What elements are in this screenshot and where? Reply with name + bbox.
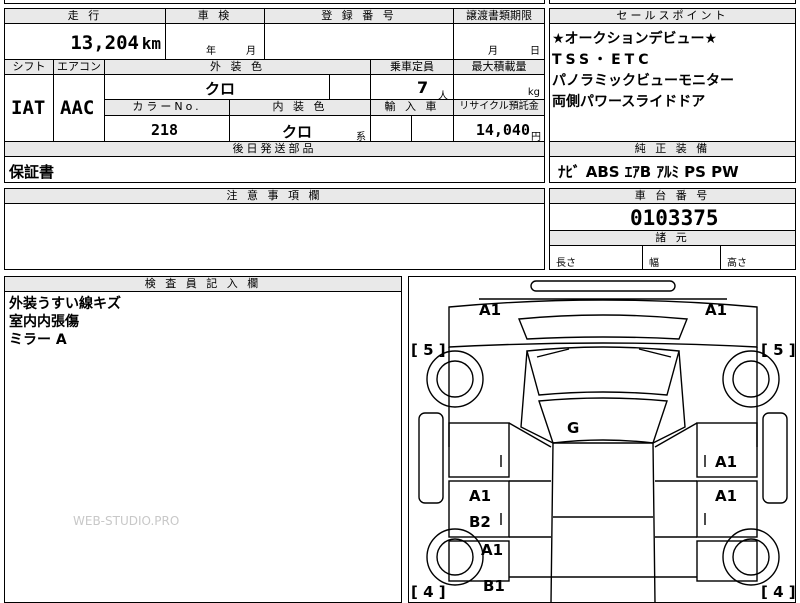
dims-label: 諸 元 bbox=[549, 230, 796, 246]
recycle-value: 14,040 bbox=[475, 121, 530, 139]
mileage-unit: km bbox=[141, 34, 161, 53]
notes-box bbox=[4, 203, 545, 270]
inspector-box: 外装うすい線キズ 室内内張傷 ミラー A WEB-STUDIO.PRO bbox=[4, 291, 402, 603]
ext-color-value: クロ bbox=[205, 80, 236, 98]
inspector-line: 外装うすい線キズ bbox=[9, 296, 121, 312]
mark-left-rear-door-b: B2 bbox=[469, 513, 491, 531]
mark-left-rear-door-a: A1 bbox=[469, 487, 492, 505]
top-strip bbox=[4, 0, 545, 4]
sales-point-line: TSS・ETC bbox=[552, 52, 653, 68]
inspector-label: 検 査 員 記 入 欄 bbox=[4, 276, 402, 292]
inspection-label: 車 検 bbox=[165, 8, 265, 24]
mark-right-rear-door: A1 bbox=[715, 487, 738, 505]
capacity-value: 7 bbox=[417, 78, 429, 97]
top-strip-right bbox=[549, 0, 796, 4]
ac-value: AAC bbox=[60, 97, 95, 119]
chassis-value: 0103375 bbox=[630, 206, 719, 230]
tyre-front-left: [ 5 ] bbox=[411, 341, 446, 359]
equipment-label: 純 正 装 備 bbox=[549, 141, 796, 157]
tyre-front-right: [ 5 ] bbox=[761, 341, 796, 359]
sales-points-box: ★オークションデビュー★ TSS・ETC パノラミックビューモニター 両側パワー… bbox=[549, 23, 796, 142]
watermark: WEB-STUDIO.PRO bbox=[73, 514, 180, 528]
inspection-cell: 年 月 bbox=[165, 23, 265, 60]
recycle-cell: 14,040 円 bbox=[453, 115, 545, 142]
height-label: 高さ bbox=[727, 258, 747, 269]
later-parts-label: 後日発送部品 bbox=[4, 141, 545, 157]
later-parts-box: 保証書 bbox=[4, 156, 545, 183]
inspection-month: 月 bbox=[246, 46, 256, 57]
tyre-front-left-value: 5 bbox=[423, 341, 434, 359]
chassis-box: 0103375 bbox=[549, 203, 796, 231]
tyre-rear-left: [ 4 ] bbox=[411, 583, 446, 601]
tyre-rear-right: [ 4 ] bbox=[761, 583, 796, 601]
tyre-rear-right-value: 4 bbox=[773, 583, 784, 601]
inspector-line: ミラー A bbox=[9, 332, 67, 348]
tyre-rear-left-value: 4 bbox=[423, 583, 434, 601]
shift-label: シフト bbox=[4, 59, 54, 75]
int-color-label: 内 装 色 bbox=[229, 99, 371, 116]
shift-value: IAT bbox=[11, 97, 46, 119]
mark-left-rear-lower: B1 bbox=[483, 577, 505, 595]
sales-points-label: セールスポイント bbox=[549, 8, 796, 24]
capacity-label: 乗車定員 bbox=[370, 59, 454, 75]
equipment-box: ﾅﾋﾞ ABS ｴｱB ｱﾙﾐ PS PW bbox=[549, 156, 796, 183]
height-cell: 高さ bbox=[720, 245, 796, 270]
import-cell-a bbox=[370, 115, 412, 142]
sales-point-line: ★オークションデビュー★ bbox=[552, 31, 718, 47]
mark-roof: G bbox=[567, 419, 580, 437]
color-no-value: 218 bbox=[151, 121, 179, 139]
length-cell: 長さ bbox=[549, 245, 643, 270]
sales-point-line: 両側パワースライドドア bbox=[552, 94, 706, 110]
color-no-label: カラーNo. bbox=[104, 99, 230, 116]
registration-cell bbox=[264, 23, 454, 60]
ext-color-extra-cell bbox=[329, 74, 371, 100]
mark-left-rear-fender: A1 bbox=[481, 541, 504, 559]
mileage-cell: 13,204 km bbox=[4, 23, 166, 60]
mark-front-right: A1 bbox=[705, 301, 728, 319]
capacity-cell: 7 人 bbox=[370, 74, 454, 100]
mileage-label: 走 行 bbox=[4, 8, 166, 24]
recycle-label: リサイクル預託金 bbox=[453, 99, 545, 116]
shift-cell: IAT bbox=[4, 74, 54, 142]
int-color-cell: クロ 系 bbox=[229, 115, 371, 142]
sales-point-line: パノラミックビューモニター bbox=[552, 73, 734, 89]
mark-front-left: A1 bbox=[479, 301, 502, 319]
inspector-line: 室内内張傷 bbox=[9, 314, 79, 330]
car-diagram-box: A1 A1 G A1 A1 A1 B2 A1 B1 [ 5 ] [ 5 ] [ … bbox=[408, 276, 796, 603]
ac-label: エアコン bbox=[53, 59, 105, 75]
import-label: 輸 入 車 bbox=[370, 99, 454, 116]
color-no-cell: 218 bbox=[104, 115, 230, 142]
maxload-cell: kg bbox=[453, 74, 545, 100]
import-cell-b bbox=[411, 115, 454, 142]
tyre-front-right-value: 5 bbox=[773, 341, 784, 359]
transfer-day: 日 bbox=[530, 46, 540, 57]
int-color-value: クロ bbox=[282, 123, 313, 141]
width-label: 幅 bbox=[649, 258, 659, 269]
equipment-value: ﾅﾋﾞ ABS ｴｱB ｱﾙﾐ PS PW bbox=[558, 163, 739, 181]
car-diagram-drawing bbox=[418, 280, 788, 602]
registration-label: 登 録 番 号 bbox=[264, 8, 454, 24]
maxload-unit: kg bbox=[527, 87, 540, 98]
width-cell: 幅 bbox=[642, 245, 721, 270]
chassis-label: 車 台 番 号 bbox=[549, 188, 796, 204]
mileage-value: 13,204 bbox=[70, 32, 139, 54]
int-color-suffix: 系 bbox=[356, 132, 366, 142]
transfer-cell: 月 日 bbox=[453, 23, 545, 60]
mark-right-front-door: A1 bbox=[715, 453, 738, 471]
ext-color-cell: クロ bbox=[104, 74, 330, 100]
recycle-unit: 円 bbox=[531, 132, 541, 142]
transfer-deadline-label: 譲渡書類期限 bbox=[453, 8, 545, 24]
maxload-label: 最大積載量 bbox=[453, 59, 545, 75]
notes-label: 注 意 事 項 欄 bbox=[4, 188, 545, 204]
ext-color-label: 外 装 色 bbox=[104, 59, 371, 75]
transfer-month: 月 bbox=[488, 46, 498, 57]
length-label: 長さ bbox=[556, 258, 576, 269]
later-parts-value: 保証書 bbox=[9, 163, 55, 181]
inspection-year: 年 bbox=[206, 46, 216, 57]
ac-cell: AAC bbox=[53, 74, 105, 142]
